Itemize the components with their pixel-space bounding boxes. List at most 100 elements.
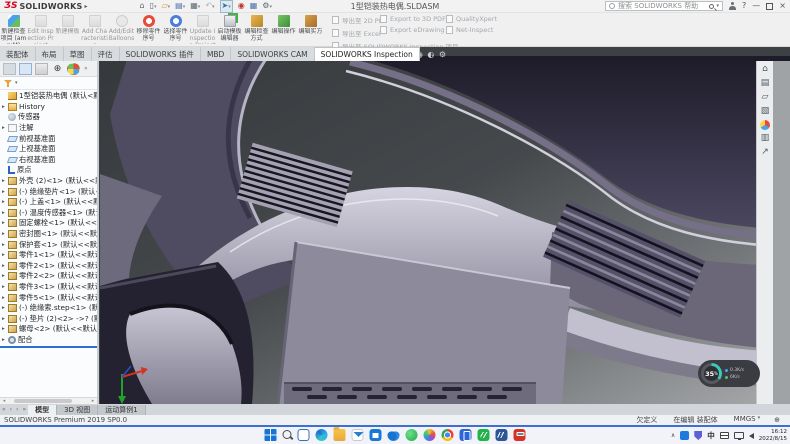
export-edrawing-button[interactable]: Export eDrawing — [380, 26, 446, 34]
tree-item[interactable]: ▸ 注解 — [0, 123, 97, 134]
options-icon[interactable]: ⚙▾ — [262, 1, 272, 12]
start-button[interactable] — [265, 429, 277, 441]
tree-item[interactable]: ▸ (-) 上盖<1> (默认<<默认>_显示状 — [0, 197, 97, 208]
tree-item[interactable]: ▸ 密封圈<1> (默认<<默认>_显示状 — [0, 229, 97, 240]
filter-icon[interactable] — [4, 79, 13, 88]
tab-nav-arrow[interactable]: « — [0, 405, 8, 415]
word-icon[interactable] — [496, 429, 508, 441]
units-globe-icon[interactable]: ⊕ — [774, 416, 780, 424]
open-icon[interactable]: ▱▾ — [161, 1, 170, 12]
display-manager-tab-icon[interactable] — [67, 63, 80, 75]
edit-operation-button[interactable]: 编辑操作 — [270, 13, 297, 47]
close-button[interactable]: × — [779, 1, 786, 11]
view-settings-icon[interactable]: ⚙▾ — [439, 50, 446, 61]
new-template-button[interactable]: 新建模板 — [54, 13, 81, 47]
tab-evaluate[interactable]: 评估 — [92, 47, 120, 61]
search-button[interactable] — [283, 430, 292, 439]
tab-solidworks-cam[interactable]: SOLIDWORKS CAM — [231, 47, 314, 61]
display-states-icon[interactable]: ◉ — [238, 1, 245, 12]
tree-item[interactable]: ▸ 零件2<1> (默认<<默认>_显示状态 — [0, 261, 97, 272]
file-explorer-icon[interactable] — [334, 429, 346, 441]
onedrive-icon[interactable] — [388, 429, 400, 441]
filter-caret[interactable]: ▾ — [15, 80, 18, 86]
save-icon[interactable]: ▤▾ — [175, 1, 185, 12]
add-characteristic-button[interactable]: Add Characteristic — [81, 13, 108, 47]
tree-item[interactable]: 上视基准面 — [0, 144, 97, 155]
tree-item[interactable]: ▸ 零件3<1> (默认<<默认>_显示状态 — [0, 282, 97, 293]
tree-item[interactable]: 前视基准面 — [0, 133, 97, 144]
appearances-scenes-icon[interactable] — [760, 120, 770, 130]
login-icon[interactable] — [729, 2, 736, 10]
app-icon-green-circle[interactable] — [406, 429, 418, 441]
view-palette-icon[interactable]: ▧ — [761, 106, 770, 117]
edge-icon[interactable] — [316, 429, 328, 441]
new-inspection-project-button[interactable]: 新建检查项目 (amp;M) — [0, 13, 27, 47]
configuration-manager-tab-icon[interactable] — [35, 63, 48, 75]
solidworks-resources-icon[interactable]: ⌂ — [762, 64, 768, 75]
3d-views-tab[interactable]: 3D 视图 — [57, 405, 98, 415]
tree-item[interactable]: ▸ 保护套<1> (默认<<默认>_显示状 — [0, 239, 97, 250]
tab-assembly[interactable]: 装配体 — [0, 47, 36, 61]
restore-button[interactable] — [766, 3, 773, 10]
search-input[interactable]: 搜索 SOLIDWORKS 帮助 ▾ — [605, 1, 723, 11]
performance-overlay-badge[interactable]: 35% 0.3K/s 6K/s — [698, 360, 760, 387]
cast-monitor-icon[interactable] — [734, 432, 744, 439]
input-language-indicator[interactable]: 中 — [707, 430, 715, 441]
ime-keyboard-icon[interactable] — [720, 432, 729, 439]
tree-item[interactable]: ▸ (-) 温度传感器<1> (默认<<默认>_ — [0, 208, 97, 219]
evaluate-table-icon[interactable]: ▦ — [250, 1, 258, 12]
search-icon[interactable] — [709, 4, 714, 9]
mail-icon[interactable] — [352, 429, 364, 441]
motion-study-tab[interactable]: 运动算例1 — [98, 405, 145, 415]
property-manager-tab-icon[interactable] — [19, 63, 32, 75]
qualityxpert-button[interactable]: QualityXpert — [446, 15, 497, 23]
tab-solidworks-inspection[interactable]: SOLIDWORKS Inspection — [315, 47, 420, 61]
forum-icon[interactable]: ↗ — [761, 147, 769, 158]
minimize-button[interactable]: — — [752, 1, 760, 11]
remove-balloons-button[interactable]: 移除零件序号 — [135, 13, 162, 47]
edit-inspection-project-button[interactable]: Edit Inspection Project — [27, 13, 54, 47]
phone-link-icon[interactable] — [460, 429, 472, 441]
tab-sketch[interactable]: 草图 — [64, 47, 92, 61]
print-icon[interactable]: ▦▾ — [190, 1, 200, 12]
tree-item[interactable]: 右视基准面 — [0, 155, 97, 166]
select-balloons-button[interactable]: 选择零件序号 — [162, 13, 189, 47]
undo-icon[interactable]: ↶▾ — [205, 1, 214, 12]
tree-item[interactable]: ▸ 固定螺栓<1> (默认<<默认>_显示 — [0, 218, 97, 229]
tree-item[interactable]: ▸ History — [0, 102, 97, 113]
speaker-icon[interactable] — [749, 433, 754, 439]
export-3d-pdf-button[interactable]: Export to 3D PDF — [380, 15, 446, 23]
app-icon-colorful[interactable] — [424, 429, 436, 441]
launch-template-editor-button[interactable]: 启动模板编辑器 — [216, 13, 243, 47]
tree-item[interactable]: ▸ 零件1<1> (默认<<默认>_显示状态 — [0, 250, 97, 261]
task-view-button[interactable] — [298, 429, 310, 441]
store-icon[interactable] — [370, 429, 382, 441]
design-library-icon[interactable]: ▤ — [761, 78, 770, 89]
tray-app-icon[interactable] — [680, 431, 689, 440]
tree-item[interactable]: ▸ (-) 绝缘索.step<1> (默认<<默认> — [0, 303, 97, 314]
tab-layout[interactable]: 布局 — [36, 47, 64, 61]
tree-item[interactable]: 传感器 — [0, 112, 97, 123]
tree-item[interactable]: ▸ 零件2<2> (默认<<默认>_显示状态 — [0, 271, 97, 282]
tab-addins[interactable]: SOLIDWORKS 插件 — [120, 47, 201, 61]
tree-item[interactable]: ▸ 外壳 (2)<1> (默认<<默认>_显示状 — [0, 176, 97, 187]
tree-item[interactable]: ▸ 零件5<1> (默认<<默认>_显示状态 — [0, 292, 97, 303]
security-shield-icon[interactable] — [694, 431, 702, 440]
panel-tabs-overflow[interactable]: » — [84, 65, 88, 72]
model-viewport[interactable]: □⊞✂↻▣▾◫▾◉▾◐▾⚙▾ — [0, 47, 790, 404]
tab-nav-arrow[interactable]: » — [20, 405, 28, 415]
custom-properties-icon[interactable]: ▥ — [761, 133, 770, 144]
scrollbar-thumb[interactable] — [14, 399, 72, 403]
feature-manager-tab-icon[interactable] — [3, 63, 16, 75]
home-icon[interactable]: ⌂ — [139, 1, 144, 12]
dimxpert-manager-tab-icon[interactable]: ⊕ — [51, 63, 64, 75]
wps-icon[interactable] — [478, 429, 490, 441]
help-button[interactable]: ? — [742, 1, 746, 11]
model-tab[interactable]: 模型 — [28, 405, 57, 415]
clock[interactable]: 16:12 2022/8/15 — [759, 429, 787, 442]
edit-appearance-icon[interactable]: ◐▾ — [427, 50, 434, 61]
select-icon[interactable]: ➤▾ — [220, 0, 233, 13]
chrome-icon[interactable] — [442, 429, 454, 441]
new-document-icon[interactable]: ▯▾ — [150, 1, 157, 12]
add-edit-balloons-button[interactable]: Add/Edit Balloons — [108, 13, 135, 47]
